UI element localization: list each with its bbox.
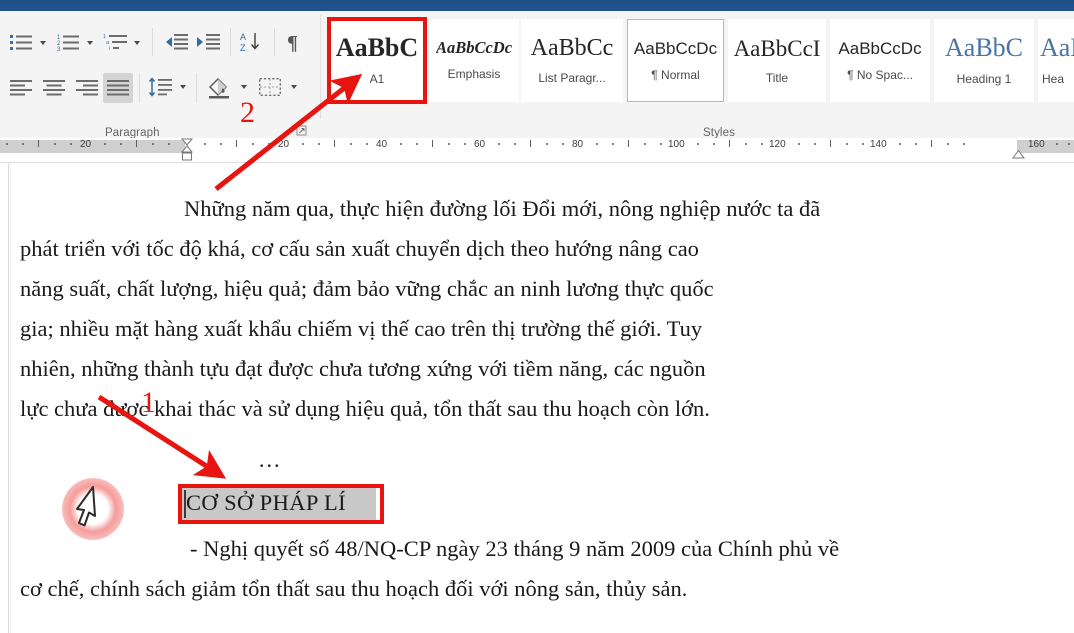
borders-dropdown-caret-icon[interactable] bbox=[288, 82, 300, 92]
doc-paragraph1-line5: nhiên, những thành tựu đạt được chưa tươ… bbox=[20, 356, 1014, 382]
justify-icon[interactable] bbox=[103, 73, 133, 103]
style-sample-no-spacing: AaBbCcDc bbox=[838, 39, 922, 57]
doc-text: nhiên, những thành tựu đạt được chưa tươ… bbox=[20, 356, 706, 381]
style-tile-list-paragraph[interactable]: AaBbCc List Paragr... bbox=[521, 19, 623, 102]
doc-text: lực chưa được khai thác và sử dụng hiệu … bbox=[20, 396, 710, 421]
style-tile-emphasis[interactable]: AaBbCcDc Emphasis bbox=[429, 19, 519, 102]
borders-icon[interactable] bbox=[256, 74, 284, 100]
heading-redbox-annotation bbox=[178, 484, 384, 524]
paragraph-dialog-launcher[interactable] bbox=[296, 123, 307, 136]
style-name-emphasis: Emphasis bbox=[447, 67, 501, 82]
style-tile-a1[interactable]: AaBbC A1 bbox=[327, 17, 427, 104]
shading-icon[interactable] bbox=[204, 71, 234, 103]
doc-text: gia; nhiều mặt hàng xuất khẩu chiếm vị t… bbox=[20, 316, 703, 341]
paragraph-separator-4 bbox=[139, 73, 140, 103]
style-sample-normal: AaBbCcDc bbox=[633, 39, 718, 57]
style-tile-heading-2[interactable]: AaB Hea bbox=[1038, 19, 1074, 102]
style-tile-heading-1[interactable]: AaBbC Heading 1 bbox=[934, 19, 1034, 102]
doc-paragraph1-line1: Những năm qua, thực hiện đường lối Đổi m… bbox=[184, 196, 1014, 222]
ribbon-group-divider bbox=[320, 15, 321, 119]
style-sample-emphasis: AaBbCcDc bbox=[435, 39, 513, 57]
doc-paragraph1-line6: lực chưa được khai thác và sử dụng hiệu … bbox=[20, 396, 710, 422]
page-left-border-inner bbox=[10, 163, 11, 633]
ribbon: 123 1ai A Z ¶ Paragraph AaBbC A1 AaBbCcD… bbox=[0, 11, 1074, 139]
doc-text: Những năm qua, thực hiện đường lối Đổi m… bbox=[184, 196, 821, 221]
style-name-heading-1: Heading 1 bbox=[956, 72, 1012, 86]
paragraph-separator-2 bbox=[230, 28, 231, 56]
horizontal-ruler[interactable]: 20 20 40 60 80 100 120 140 160 bbox=[0, 138, 1074, 163]
ruler-number-5: 100 bbox=[668, 139, 685, 150]
style-name-list-paragraph: List Paragr... bbox=[538, 71, 606, 85]
svg-text:¶: ¶ bbox=[287, 32, 298, 52]
doc-paragraph1-line2: phát triển với tốc độ khá, cơ cấu sản xu… bbox=[20, 236, 1014, 262]
style-name-heading-2: Hea bbox=[1042, 72, 1065, 86]
ribbon-group-paragraph: 123 1ai A Z ¶ Paragraph bbox=[0, 11, 318, 139]
doc-paragraph1-line3: năng suất, chất lượng, hiệu quả; đảm bảo… bbox=[20, 276, 1014, 302]
doc-paragraph2-line2: cơ chế, chính sách giảm tổn thất sau thu… bbox=[20, 576, 688, 601]
multilevel-list-icon[interactable]: 1ai bbox=[102, 30, 128, 54]
ruler-number-4: 80 bbox=[572, 139, 584, 150]
sort-az-icon[interactable]: A Z bbox=[238, 28, 266, 56]
annotation-number-2: 2 bbox=[240, 96, 255, 129]
style-sample-title: AaBbCcI bbox=[733, 36, 821, 60]
increase-indent-icon[interactable] bbox=[193, 30, 221, 54]
style-sample-heading-2: AaB bbox=[1040, 35, 1074, 61]
doc-text: - Nghị quyết số 48/NQ-CP ngày 23 tháng 9… bbox=[190, 536, 840, 561]
style-sample-a1: AaBbC bbox=[335, 35, 419, 61]
bullets-icon[interactable] bbox=[8, 30, 34, 54]
bullets-dropdown-caret-icon[interactable] bbox=[37, 38, 49, 48]
doc-text: năng suất, chất lượng, hiệu quả; đảm bảo… bbox=[20, 276, 714, 301]
document-canvas[interactable]: Những năm qua, thực hiện đường lối Đổi m… bbox=[0, 163, 1074, 633]
decrease-indent-icon[interactable] bbox=[161, 30, 189, 54]
doc-paragraph1-line4: gia; nhiều mặt hàng xuất khẩu chiếm vị t… bbox=[20, 316, 1014, 342]
style-name-no-spacing: ¶ No Spac... bbox=[847, 67, 913, 82]
ruler-number-2: 40 bbox=[376, 139, 388, 150]
window-title-bar bbox=[0, 0, 1074, 11]
ruler-number-6: 120 bbox=[769, 139, 786, 150]
paragraph-separator-3 bbox=[274, 28, 275, 56]
style-tile-normal[interactable]: AaBbCcDc ¶ Normal bbox=[627, 19, 724, 102]
annotation-number-1: 1 bbox=[141, 386, 156, 419]
title-bar-shade bbox=[0, 0, 1074, 4]
style-name-title: Title bbox=[765, 70, 789, 85]
multilevel-list-dropdown-caret-icon[interactable] bbox=[131, 38, 143, 48]
svg-text:3: 3 bbox=[57, 47, 61, 51]
ruler-ticks: 20 20 40 60 80 100 120 140 160 bbox=[0, 138, 1074, 162]
show-formatting-marks-icon[interactable]: ¶ bbox=[282, 29, 306, 55]
align-center-icon[interactable] bbox=[41, 75, 67, 101]
paragraph-separator-5 bbox=[196, 73, 197, 103]
line-spacing-icon[interactable] bbox=[146, 73, 174, 101]
right-indent-marker[interactable] bbox=[1012, 146, 1025, 164]
style-name-a1: A1 bbox=[369, 72, 385, 86]
align-right-icon[interactable] bbox=[74, 75, 100, 101]
style-name-normal: ¶ Normal bbox=[651, 67, 700, 82]
style-tile-no-spacing[interactable]: AaBbCcDc ¶ No Spac... bbox=[830, 19, 930, 102]
paragraph-separator-1 bbox=[152, 28, 153, 56]
align-left-icon[interactable] bbox=[8, 75, 34, 101]
ruler-number-7: 140 bbox=[870, 139, 887, 150]
doc-ellipsis-line: … bbox=[258, 447, 284, 472]
ruler-number-1: 20 bbox=[278, 139, 290, 150]
page-left-border bbox=[8, 163, 9, 633]
style-sample-heading-1: AaBbC bbox=[945, 35, 1023, 61]
ruler-number-8: 160 bbox=[1028, 139, 1045, 150]
doc-text: phát triển với tốc độ khá, cơ cấu sản xu… bbox=[20, 236, 699, 261]
svg-text:i: i bbox=[109, 46, 110, 51]
numbering-icon[interactable]: 123 bbox=[55, 30, 81, 54]
style-tile-title[interactable]: AaBbCcI Title bbox=[728, 19, 826, 102]
doc-paragraph2-line1: - Nghị quyết số 48/NQ-CP ngày 23 tháng 9… bbox=[20, 536, 1014, 562]
line-spacing-dropdown-caret-icon[interactable] bbox=[177, 82, 189, 92]
ruler-number-0: 20 bbox=[80, 139, 92, 150]
numbering-dropdown-caret-icon[interactable] bbox=[84, 38, 96, 48]
style-sample-list-paragraph: AaBbCc bbox=[530, 36, 614, 60]
shading-dropdown-caret-icon[interactable] bbox=[238, 82, 250, 92]
mouse-cursor-arrow bbox=[76, 486, 96, 527]
svg-text:Z: Z bbox=[240, 43, 246, 53]
ruler-number-3: 60 bbox=[474, 139, 486, 150]
ribbon-group-styles: AaBbC A1 AaBbCcDc Emphasis AaBbCc List P… bbox=[325, 11, 1074, 139]
svg-text:A: A bbox=[240, 32, 246, 42]
